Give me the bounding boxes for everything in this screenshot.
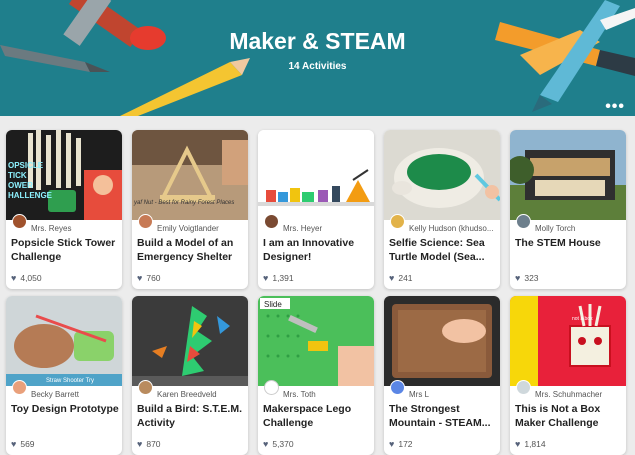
heart-icon: ♥ [137,273,143,283]
activity-thumbnail: Slide [258,296,374,386]
like-count: ♥ 569 [11,439,35,449]
author-name: Mrs. Heyer [283,224,323,233]
activity-card[interactable]: Molly Torch The STEM House ♥ 323 [510,130,626,289]
heart-icon: ♥ [137,439,143,449]
svg-text:Straw Shooter Try: Straw Shooter Try [46,378,94,384]
svg-text:OWER: OWER [8,181,33,190]
avatar [12,214,27,229]
art-supplies-illustration [0,0,635,116]
author-name: Emily Voigtlander [157,224,219,233]
activity-title: Build a Model of an Emergency Shelter [137,237,234,263]
likes-value: 4,050 [20,273,42,283]
author-name: Karen Breedveld [157,390,217,399]
avatar [138,380,153,395]
like-count: ♥ 5,370 [263,439,294,449]
heart-icon: ♥ [263,439,269,449]
likes-value: 569 [20,439,35,449]
activity-title: Build a Bird: S.T.E.M. Activity [137,403,243,429]
likes-value: 172 [398,439,413,449]
like-count: ♥ 1,391 [263,273,294,283]
like-count: ♥ 1,814 [515,439,546,449]
author-name: Kelly Hudson (khudso... [409,224,494,233]
activity-title: I am an Innovative Designer! [263,237,355,263]
activity-title: Makerspace Lego Challenge [263,403,352,429]
like-count: ♥ 870 [137,439,161,449]
collection-title: Maker & STEAM [229,28,406,54]
activity-title: Popsicle Stick Tower Challenge [11,237,116,263]
activity-thumbnail: not a box [510,296,626,386]
activity-card[interactable]: Slide Mrs. Toth Makerspace Lego Challeng… [258,296,374,455]
activity-count: 14 Activities [288,61,347,72]
likes-value: 1,391 [272,273,294,283]
svg-text:Slide: Slide [264,300,282,309]
activity-thumbnail [132,296,248,386]
avatar [516,214,531,229]
activity-title: This is Not a Box Maker Challenge [515,403,601,429]
heart-icon: ♥ [11,273,17,283]
likes-value: 323 [524,273,539,283]
heart-icon: ♥ [389,439,395,449]
author-name: Mrs. Schuhmacher [535,390,603,399]
author-name: Mrs. Reyes [31,224,72,233]
activity-title: Selfie Science: Sea Turtle Model (Sea... [389,237,485,263]
svg-text:TICK: TICK [8,171,27,180]
activity-thumbnail [510,130,626,220]
activity-card[interactable]: not a box Mrs. Schuhmacher This is Not a… [510,296,626,455]
activity-title: Toy Design Prototype [11,403,119,415]
likes-value: 241 [398,273,413,283]
avatar [390,214,405,229]
heart-icon: ♥ [389,273,395,283]
likes-value: 760 [146,273,161,283]
avatar [390,380,405,395]
activity-title: The STEM House [515,237,601,249]
heart-icon: ♥ [515,439,521,449]
activity-title: The Strongest Mountain - STEAM... [389,403,491,429]
svg-text:not a box: not a box [572,316,593,322]
activity-card[interactable]: Mrs L The Strongest Mountain - STEAM... … [384,296,500,455]
likes-value: 1,814 [524,439,546,449]
activity-thumbnail [384,130,500,220]
activity-thumbnail: yaf Nut - Best for Rainy Forest Places [132,130,248,220]
author-name: Becky Barrett [31,390,80,399]
author-name: Mrs L [409,390,429,399]
activity-thumbnail: OPSICLE TICK OWER HALLENGE [6,130,122,220]
like-count: ♥ 4,050 [11,273,42,283]
heart-icon: ♥ [515,273,521,283]
like-count: ♥ 760 [137,273,161,283]
avatar [138,214,153,229]
avatar [516,380,531,395]
heart-icon: ♥ [11,439,17,449]
like-count: ♥ 172 [389,439,413,449]
activity-thumbnail [384,296,500,386]
avatar [12,380,27,395]
activity-card[interactable]: OPSICLE TICK OWER HALLENGE Mrs. Reyes Po… [6,130,122,289]
collection-banner: Maker & STEAM 14 Activities ••• [0,0,635,116]
likes-value: 5,370 [272,439,294,449]
author-name: Mrs. Toth [283,390,316,399]
more-options-button[interactable]: ••• [605,98,625,116]
activity-card[interactable]: Straw Shooter Try Becky Barrett Toy Desi… [6,296,122,455]
like-count: ♥ 241 [389,273,413,283]
avatar [264,214,279,229]
svg-text:OPSICLE: OPSICLE [8,161,44,170]
activity-thumbnail: Straw Shooter Try [6,296,122,386]
like-count: ♥ 323 [515,273,539,283]
activity-card[interactable]: yaf Nut - Best for Rainy Forest Places E… [132,130,248,289]
activity-card[interactable]: Kelly Hudson (khudso... Selfie Science: … [384,130,500,289]
avatar [264,380,279,395]
svg-text:yaf Nut - Best for Rainy Fores: yaf Nut - Best for Rainy Forest Places [133,200,234,206]
activity-thumbnail [258,130,374,220]
author-name: Molly Torch [535,224,576,233]
svg-text:HALLENGE: HALLENGE [8,191,53,200]
activity-card[interactable]: Mrs. Heyer I am an Innovative Designer! … [258,130,374,289]
activity-card[interactable]: Karen Breedveld Build a Bird: S.T.E.M. A… [132,296,248,455]
likes-value: 870 [146,439,161,449]
heart-icon: ♥ [263,273,269,283]
